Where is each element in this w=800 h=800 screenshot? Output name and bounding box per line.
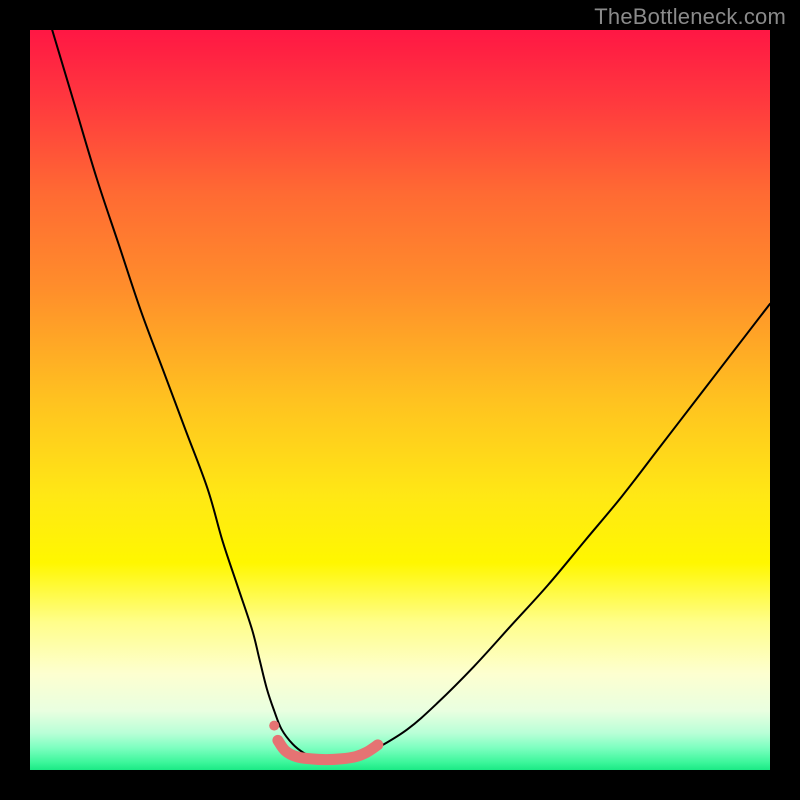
watermark-label: TheBottleneck.com: [594, 4, 786, 30]
chart-plot-area: [30, 30, 770, 770]
right-dot-marker: [373, 740, 383, 750]
chart-stage: TheBottleneck.com: [0, 0, 800, 800]
left-dot-marker: [269, 721, 279, 731]
chart-svg: [30, 30, 770, 770]
gradient-background: [30, 30, 770, 770]
